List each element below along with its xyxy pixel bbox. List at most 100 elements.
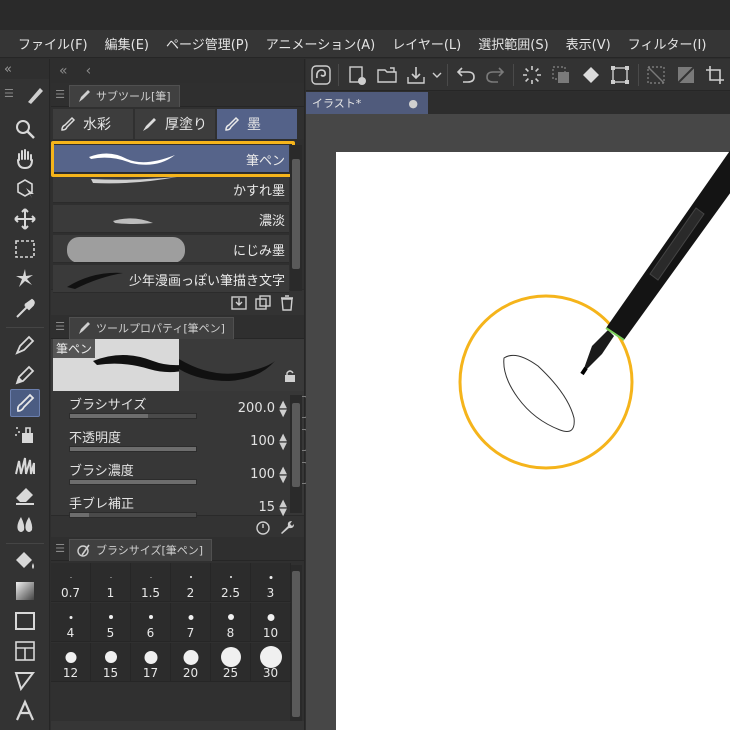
brush-size-tab[interactable]: ブラシサイズ[筆ペン] — [69, 538, 213, 561]
gradient-tool-icon[interactable] — [10, 577, 40, 605]
menu-animation[interactable]: アニメーション(A) — [249, 34, 376, 53]
spinner-icon[interactable]: ▲ ▼ — [279, 466, 287, 485]
transform-icon[interactable] — [605, 61, 634, 89]
brush-size-cell[interactable]: 30 — [251, 643, 291, 682]
figure-tool-icon[interactable] — [10, 607, 40, 635]
new-file-icon[interactable] — [342, 61, 371, 89]
document-tab[interactable]: イラスト* ● — [306, 92, 428, 114]
pen-tool-icon[interactable] — [10, 331, 40, 359]
eyedropper-icon[interactable] — [10, 295, 40, 323]
collapse-double-left-icon[interactable]: « — [59, 63, 68, 79]
lock-icon[interactable] — [283, 369, 297, 383]
menu-layer[interactable]: レイヤー(L) — [375, 34, 461, 53]
brush-size-cell[interactable]: 2 — [171, 563, 211, 602]
eraser-tool-icon[interactable] — [10, 481, 40, 509]
brush-size-cell[interactable]: 12 — [51, 643, 91, 682]
magic-wand-icon[interactable] — [10, 265, 40, 293]
menu-edit[interactable]: 編集(E) — [88, 34, 149, 53]
crop-icon[interactable] — [701, 61, 730, 89]
pencil-tool-icon[interactable] — [10, 361, 40, 389]
brush-item-kasure-sumi[interactable]: かすれ墨 — [53, 175, 289, 203]
brush-size-cell[interactable]: 6 — [131, 603, 171, 642]
prop-brush-size[interactable]: ブラシサイズ 200.0 ▲▼ ✓ — [53, 393, 307, 426]
close-tab-icon[interactable]: ● — [408, 97, 418, 110]
brush-size-cell[interactable]: 4 — [51, 603, 91, 642]
hand-tool-icon[interactable] — [10, 145, 40, 173]
tab-watercolor[interactable]: 水彩 — [53, 109, 133, 139]
brush-size-cell[interactable]: 25 — [211, 643, 251, 682]
menu-selection[interactable]: 選択範囲(S) — [461, 34, 548, 53]
app-logo-icon[interactable] — [306, 61, 335, 89]
brush-preview: 筆ペン — [51, 339, 304, 391]
loading-icon[interactable] — [517, 61, 546, 89]
brush-size-cell[interactable]: 5 — [91, 603, 131, 642]
brush-size-grid: 0.7 1 1.5 2 2.5 3 4 5 6 7 8 10 12 15 17 20 25 30 — [51, 561, 304, 721]
clear-layer-icon[interactable] — [642, 61, 671, 89]
tab-ink[interactable]: 墨 — [217, 109, 297, 139]
spinner-icon[interactable]: ▲ ▼ — [279, 499, 287, 518]
trash-icon[interactable] — [278, 294, 296, 312]
brush-size-scrollbar[interactable] — [290, 565, 302, 721]
brush-size-cell[interactable]: 10 — [251, 603, 291, 642]
menu-view[interactable]: 表示(V) — [549, 34, 611, 53]
undo-icon[interactable] — [451, 61, 480, 89]
scroll-thumb[interactable] — [292, 571, 300, 717]
redo-icon[interactable] — [481, 61, 510, 89]
drawn-stroke — [503, 354, 575, 432]
tab-thick-paint[interactable]: 厚塗り — [135, 109, 215, 139]
brush-size-dot — [150, 576, 151, 578]
brush-size-cell[interactable]: 7 — [171, 603, 211, 642]
brush-size-cell[interactable]: 1 — [91, 563, 131, 602]
brush-icon — [61, 116, 76, 131]
object-tool-icon[interactable] — [10, 175, 40, 203]
prop-opacity[interactable]: 不透明度 100 ▲▼ ⌀ — [53, 426, 307, 459]
selection-clear-icon[interactable] — [547, 61, 576, 89]
collapse-left-icon[interactable]: « — [4, 62, 12, 77]
prop-stabilization[interactable]: 手ブレ補正 15 ▲ ▼ — [53, 492, 289, 525]
move-tool-icon[interactable] — [10, 205, 40, 233]
brush-item-nijimi-sumi[interactable]: にじみ墨 — [53, 235, 289, 263]
canvas-area[interactable] — [306, 114, 730, 730]
brush-size-cell[interactable]: 0.7 — [51, 563, 91, 602]
import-icon[interactable] — [230, 294, 248, 312]
brush-size-cell[interactable]: 17 — [131, 643, 171, 682]
balloon-tool-icon[interactable] — [10, 667, 40, 695]
duplicate-icon[interactable] — [254, 294, 272, 312]
brush-size-cell[interactable]: 15 — [91, 643, 131, 682]
menu-file[interactable]: ファイル(F) — [0, 34, 88, 53]
text-tool-icon[interactable] — [10, 697, 40, 725]
brush-size-cell[interactable]: 2.5 — [211, 563, 251, 602]
clear-outside-icon[interactable] — [671, 61, 700, 89]
airbrush-tool-icon[interactable] — [10, 421, 40, 449]
decoration-tool-icon[interactable] — [10, 451, 40, 479]
menu-page[interactable]: ページ管理(P) — [149, 34, 249, 53]
scroll-thumb[interactable] — [292, 159, 300, 269]
subtool-panel-tab[interactable]: サブツール[筆] — [69, 84, 180, 107]
spinner-icon[interactable]: ▲ ▼ — [279, 433, 287, 452]
save-icon[interactable] — [401, 61, 430, 89]
chevron-down-icon[interactable] — [431, 61, 445, 89]
brush-tool-icon[interactable] — [10, 389, 40, 417]
brush-list-scrollbar[interactable] — [290, 145, 302, 291]
brush-size-cell[interactable]: 8 — [211, 603, 251, 642]
props-scrollbar[interactable] — [290, 395, 302, 513]
selection-tool-icon[interactable] — [10, 235, 40, 263]
brush-size-cell[interactable]: 1.5 — [131, 563, 171, 602]
prop-brush-density[interactable]: ブラシ濃度 100 ▲▼ ✓ — [53, 459, 307, 492]
tool-property-tab[interactable]: ツールプロパティ[筆ペン] — [69, 316, 234, 339]
fill-tool-icon[interactable] — [10, 547, 40, 575]
open-folder-icon[interactable] — [372, 61, 401, 89]
frame-tool-icon[interactable] — [10, 637, 40, 665]
brush-item-shonen-manga[interactable]: 少年漫画っぽい筆描き文字 — [53, 265, 289, 293]
brush-item-noutan[interactable]: 濃淡 — [53, 205, 289, 233]
collapse-single-left-icon[interactable]: ‹ — [86, 63, 92, 79]
zoom-tool-icon[interactable] — [10, 115, 40, 143]
scroll-thumb[interactable] — [292, 403, 300, 487]
fill-bucket-icon[interactable] — [576, 61, 605, 89]
brush-size-cell[interactable]: 20 — [171, 643, 211, 682]
blend-tool-icon[interactable] — [10, 511, 40, 539]
spinner-icon[interactable]: ▲ ▼ — [279, 400, 287, 419]
tool-settings-icon — [79, 322, 90, 334]
menu-filter[interactable]: フィルター(I) — [611, 34, 707, 53]
brush-size-cell[interactable]: 3 — [251, 563, 291, 602]
